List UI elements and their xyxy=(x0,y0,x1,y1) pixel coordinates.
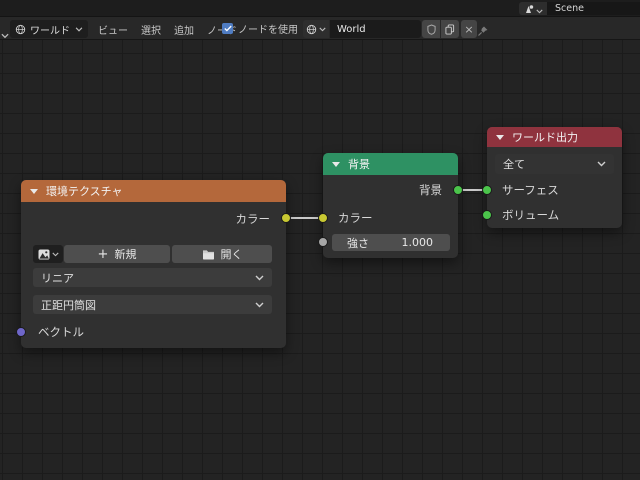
node-editor-header: ワールド ビュー 選択 追加 ノード ノードを使用 World × xyxy=(0,17,640,40)
use-nodes-label: ノードを使用 xyxy=(238,25,298,36)
menu-select[interactable]: 選択 xyxy=(141,22,161,37)
open-image-label: 開く xyxy=(220,248,243,261)
chevron-down-icon xyxy=(319,27,326,31)
socket-input-vector[interactable] xyxy=(16,327,26,337)
image-icon xyxy=(38,248,49,260)
editor-type-chevron-icon[interactable] xyxy=(1,24,9,43)
socket-output-background[interactable] xyxy=(453,185,463,195)
unlink-button[interactable]: × xyxy=(461,20,477,38)
chevron-down-icon xyxy=(597,161,606,167)
target-dropdown[interactable]: 全て xyxy=(495,154,614,174)
output-label-color: カラー xyxy=(235,212,271,226)
node-header-world-output[interactable]: ワールド出力 xyxy=(487,127,622,147)
node-title: 環境テクスチャ xyxy=(46,185,123,198)
output-label-background: 背景 xyxy=(419,183,442,197)
copy-icon xyxy=(445,24,455,34)
socket-input-color[interactable] xyxy=(318,213,328,223)
node-background[interactable]: 背景 背景 カラー 強さ 1.000 xyxy=(318,153,463,258)
image-browse-button[interactable] xyxy=(33,245,63,263)
socket-output-color[interactable] xyxy=(281,213,291,223)
projection-dropdown[interactable]: 正距円筒図 xyxy=(33,295,272,314)
interpolation-value: リニア xyxy=(41,271,74,285)
shader-type-label: ワールド xyxy=(30,25,70,37)
socket-input-strength[interactable] xyxy=(318,237,328,247)
scene-icon xyxy=(524,0,534,18)
folder-icon xyxy=(202,249,214,260)
topbar: Scene xyxy=(0,0,640,17)
strength-slider[interactable]: 強さ 1.000 xyxy=(332,234,450,251)
world-icon xyxy=(306,24,317,34)
use-nodes-checkbox[interactable] xyxy=(222,23,233,34)
scene-name-field[interactable]: Scene xyxy=(547,2,640,15)
new-copy-button[interactable] xyxy=(441,20,459,38)
collapse-triangle-icon[interactable] xyxy=(30,188,38,194)
plus-icon: + xyxy=(97,246,109,262)
input-label-vector: ベクトル xyxy=(38,325,84,339)
strength-label: 強さ xyxy=(347,236,369,250)
menu-bar: ビュー 選択 追加 ノード xyxy=(98,20,237,38)
fake-user-button[interactable] xyxy=(422,20,440,38)
chevron-down-icon xyxy=(255,302,264,307)
chevron-down-icon xyxy=(51,252,59,256)
input-label-color: カラー xyxy=(338,211,373,225)
world-icon xyxy=(15,20,26,39)
browse-world-button[interactable] xyxy=(303,20,329,38)
new-image-button[interactable]: + 新規 xyxy=(64,245,170,263)
projection-value: 正距円筒図 xyxy=(41,298,96,312)
world-name-input[interactable]: World xyxy=(330,20,421,38)
shield-icon xyxy=(426,23,436,35)
shader-type-dropdown[interactable]: ワールド xyxy=(10,20,88,38)
node-title: ワールド出力 xyxy=(512,131,578,144)
collapse-triangle-icon[interactable] xyxy=(496,134,504,140)
socket-input-surface[interactable] xyxy=(482,185,492,195)
chevron-down-icon xyxy=(535,0,543,18)
node-environment-texture[interactable]: 環境テクスチャ カラー + 新規 開く リニア 正距円筒図 ベクトル xyxy=(16,180,291,348)
interpolation-dropdown[interactable]: リニア xyxy=(33,268,272,287)
node-title: 背景 xyxy=(348,158,370,171)
strength-value: 1.000 xyxy=(401,236,434,249)
new-image-label: 新規 xyxy=(114,248,137,261)
collapse-triangle-icon[interactable] xyxy=(332,161,340,167)
chevron-down-icon xyxy=(255,275,264,280)
chevron-down-icon xyxy=(75,26,83,32)
input-label-volume: ボリューム xyxy=(502,208,560,222)
open-image-button[interactable]: 開く xyxy=(172,245,272,263)
menu-view[interactable]: ビュー xyxy=(98,22,128,37)
scene-selector-button[interactable] xyxy=(519,2,547,15)
node-header-environment-texture[interactable]: 環境テクスチャ xyxy=(21,180,286,202)
node-header-background[interactable]: 背景 xyxy=(323,153,458,175)
input-label-surface: サーフェス xyxy=(502,183,559,197)
target-value: 全て xyxy=(503,158,525,171)
pin-icon[interactable] xyxy=(477,22,489,41)
menu-add[interactable]: 追加 xyxy=(174,22,194,37)
socket-input-volume[interactable] xyxy=(482,210,492,220)
check-icon xyxy=(223,25,232,32)
node-world-output[interactable]: ワールド出力 全て サーフェス ボリューム xyxy=(482,127,622,228)
